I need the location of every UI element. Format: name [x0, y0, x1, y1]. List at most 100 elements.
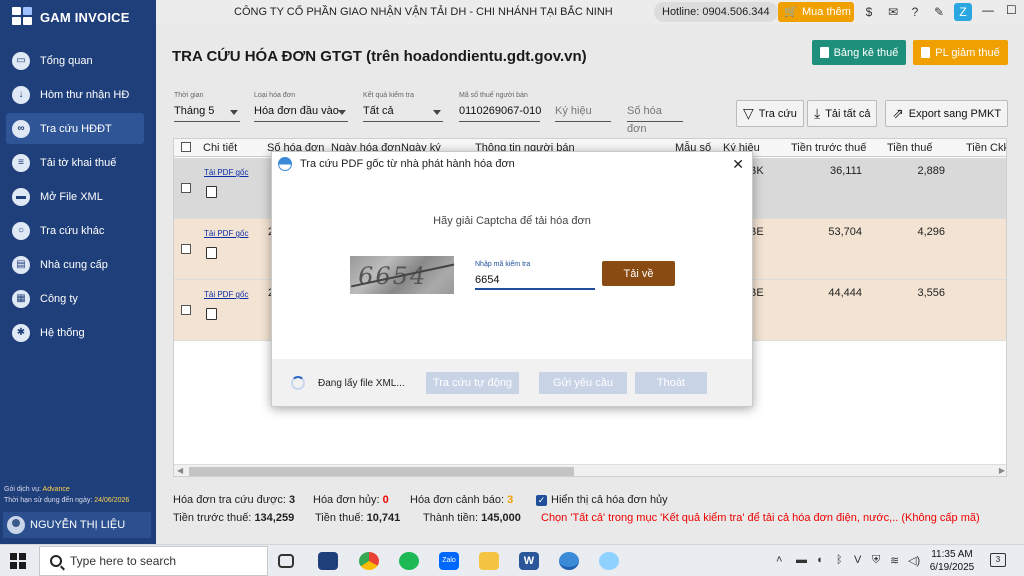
app-icon[interactable]	[318, 552, 338, 570]
scroll-left-icon[interactable]: ◀	[177, 466, 183, 475]
print-icon[interactable]	[206, 308, 217, 320]
invoice-number-placeholder: Số hóa đơn	[627, 102, 683, 135]
chat-icon[interactable]: ✉	[884, 3, 902, 21]
sidebar-item-einvoice-search[interactable]: ∞ Tra cứu HĐĐT	[6, 113, 144, 144]
task-view-icon[interactable]	[278, 554, 294, 568]
zalo-icon[interactable]: Zalo	[439, 552, 459, 570]
zalo-icon[interactable]: Z	[954, 3, 972, 21]
export-button[interactable]: ⇗ Export sang PMKT	[885, 100, 1009, 127]
column-header[interactable]: Tiền trước thuế	[791, 142, 866, 154]
scroll-right-icon[interactable]: ▶	[999, 466, 1005, 475]
spotify-icon[interactable]	[399, 552, 419, 570]
defender-icon[interactable]: ⛨	[872, 554, 880, 567]
captcha-image: 6654	[350, 256, 454, 294]
print-icon[interactable]	[206, 186, 217, 198]
help-icon[interactable]: ?	[906, 3, 924, 21]
tray-app-icon[interactable]: ▬	[796, 554, 807, 566]
row-checkbox[interactable]	[181, 305, 191, 315]
column-header[interactable]: Tiền thuế	[887, 142, 932, 154]
search-button[interactable]: ▽ Tra cứu	[736, 100, 804, 127]
column-header[interactable]: Tiền Ckk	[966, 142, 1006, 154]
download-pdf-link[interactable]: Tải PDF gốc	[204, 290, 248, 299]
file-explorer-icon[interactable]	[479, 552, 499, 570]
grand-total: Thành tiền: 145,000	[423, 512, 521, 524]
minimize-icon[interactable]: —	[982, 3, 994, 17]
download-pdf-link[interactable]: Tải PDF gốc	[204, 229, 248, 238]
row-checkbox[interactable]	[181, 244, 191, 254]
symbol-field[interactable]: Ký hiệu	[555, 92, 611, 122]
checkmark-icon[interactable]: ✓	[536, 494, 547, 506]
download-all-button[interactable]: ⤓ Tải tất cả	[807, 100, 878, 127]
sidebar-item-tax-declaration[interactable]: ≡ Tải tờ khai thuế	[6, 147, 144, 178]
tray-app-icon[interactable]: ◖	[816, 554, 823, 566]
captcha-input[interactable]	[475, 268, 595, 290]
warning-value: 3	[507, 494, 514, 506]
row-checkbox[interactable]	[181, 183, 191, 193]
horizontal-scrollbar[interactable]: ◀ ▶	[174, 464, 1006, 476]
sidebar-item-open-xml[interactable]: ▬ Mở File XML	[6, 181, 144, 212]
sidebar-item-overview[interactable]: ▭ Tổng quan	[6, 45, 144, 76]
service-value: Advance	[42, 486, 70, 493]
paint-icon[interactable]	[599, 552, 619, 570]
tray-chevron-icon[interactable]: ˄	[776, 554, 782, 566]
tax-reduction-label: PL giảm thuế	[935, 46, 1000, 59]
windows-taskbar: Type here to search Zalo W ˄ ▬ ◖ ᛒ V ⛨ ≋…	[0, 544, 1024, 576]
captcha-field[interactable]: Nhập mã kiểm tra	[475, 261, 595, 290]
tax-reduction-button[interactable]: PL giảm thuế	[913, 40, 1008, 65]
hotline-badge[interactable]: Hotline: 0904.506.344	[654, 2, 778, 22]
print-icon[interactable]	[206, 247, 217, 259]
app-name: GAM INVOICE	[40, 9, 130, 25]
download-button[interactable]: Tải về	[602, 261, 675, 286]
sidebar-item-other-search[interactable]: ○ Tra cứu khác	[6, 215, 144, 246]
cancelled-label: Hóa đơn hủy:	[313, 494, 380, 506]
settings-icon: ✱	[12, 323, 30, 342]
warning-count: Hóa đơn cảnh báo: 3	[410, 494, 513, 506]
tax-list-button[interactable]: Bảng kê thuế	[812, 40, 906, 65]
pretax-total: Tiền trước thuế: 134,259	[173, 512, 294, 524]
sidebar-item-company[interactable]: ▦ Công ty	[6, 283, 144, 314]
maximize-icon[interactable]: ☐	[1006, 3, 1017, 17]
invoice-type-select[interactable]: Loại hóa đơn Hóa đơn đầu vào	[254, 92, 348, 122]
user-profile[interactable]: NGUYỄN THỊ LIỆU	[3, 512, 151, 538]
auto-search-button[interactable]: Tra cứu tự động	[426, 372, 519, 394]
chrome-icon[interactable]	[359, 552, 379, 570]
column-header[interactable]: Chi tiết	[203, 142, 237, 154]
tray-app-icon[interactable]: V	[854, 554, 861, 566]
scrollbar-thumb[interactable]	[189, 467, 574, 476]
app-window: GAM INVOICE ▭ Tổng quan ↓ Hòm thư nhận H…	[0, 0, 1024, 544]
buy-more-button[interactable]: Mua thêm	[778, 2, 854, 22]
word-icon[interactable]: W	[519, 552, 539, 570]
taskbar-search[interactable]: Type here to search	[39, 546, 268, 576]
wifi-icon[interactable]: ≋	[890, 554, 899, 567]
edit-icon[interactable]: ✎	[930, 3, 948, 21]
sidebar-item-system[interactable]: ✱ Hệ thống	[6, 317, 144, 348]
show-cancelled-toggle[interactable]: ✓ Hiển thị cả hóa đơn hủy	[536, 494, 668, 506]
check-result-select[interactable]: Kết quả kiểm tra Tất cả	[363, 92, 443, 122]
money-bag-icon[interactable]: $	[860, 3, 878, 21]
notification-icon[interactable]: 3	[990, 553, 1006, 567]
sidebar-item-label: Nhà cung cấp	[40, 258, 108, 271]
sidebar-item-label: Tra cứu khác	[40, 224, 105, 237]
seller-tax-label: Mã số thuế người bán	[459, 92, 528, 99]
sidebar-item-label: Tra cứu HĐĐT	[40, 122, 112, 135]
period-select[interactable]: Thời gian Tháng 5	[174, 92, 240, 122]
taskbar-clock[interactable]: 11:35 AM 6/19/2025	[926, 548, 978, 574]
sidebar-item-label: Hòm thư nhận HĐ	[40, 88, 130, 101]
select-all-checkbox[interactable]	[181, 142, 191, 152]
sidebar-item-inbox[interactable]: ↓ Hòm thư nhận HĐ	[6, 79, 144, 110]
close-icon[interactable]: ✕	[732, 156, 744, 173]
clock-date: 6/19/2025	[929, 562, 975, 573]
tax-cell: 3,556	[917, 287, 945, 299]
exit-button[interactable]: Thoát	[635, 372, 707, 394]
period-label: Thời gian	[174, 92, 204, 99]
invoice-number-field[interactable]: Số hóa đơn	[627, 92, 683, 135]
bluetooth-icon[interactable]: ᛒ	[836, 554, 843, 566]
download-icon: ↓	[12, 85, 30, 104]
volume-icon[interactable]: ◁)	[908, 554, 920, 567]
gam-invoice-taskbar-icon[interactable]	[559, 552, 579, 570]
windows-start-icon[interactable]	[10, 553, 26, 569]
send-request-button[interactable]: Gửi yêu cầu	[539, 372, 627, 394]
seller-tax-field[interactable]: Mã số thuế người bán 0110269067-010	[459, 92, 541, 122]
download-pdf-link[interactable]: Tải PDF gốc	[204, 168, 248, 177]
sidebar-item-suppliers[interactable]: ▤ Nhà cung cấp	[6, 249, 144, 280]
